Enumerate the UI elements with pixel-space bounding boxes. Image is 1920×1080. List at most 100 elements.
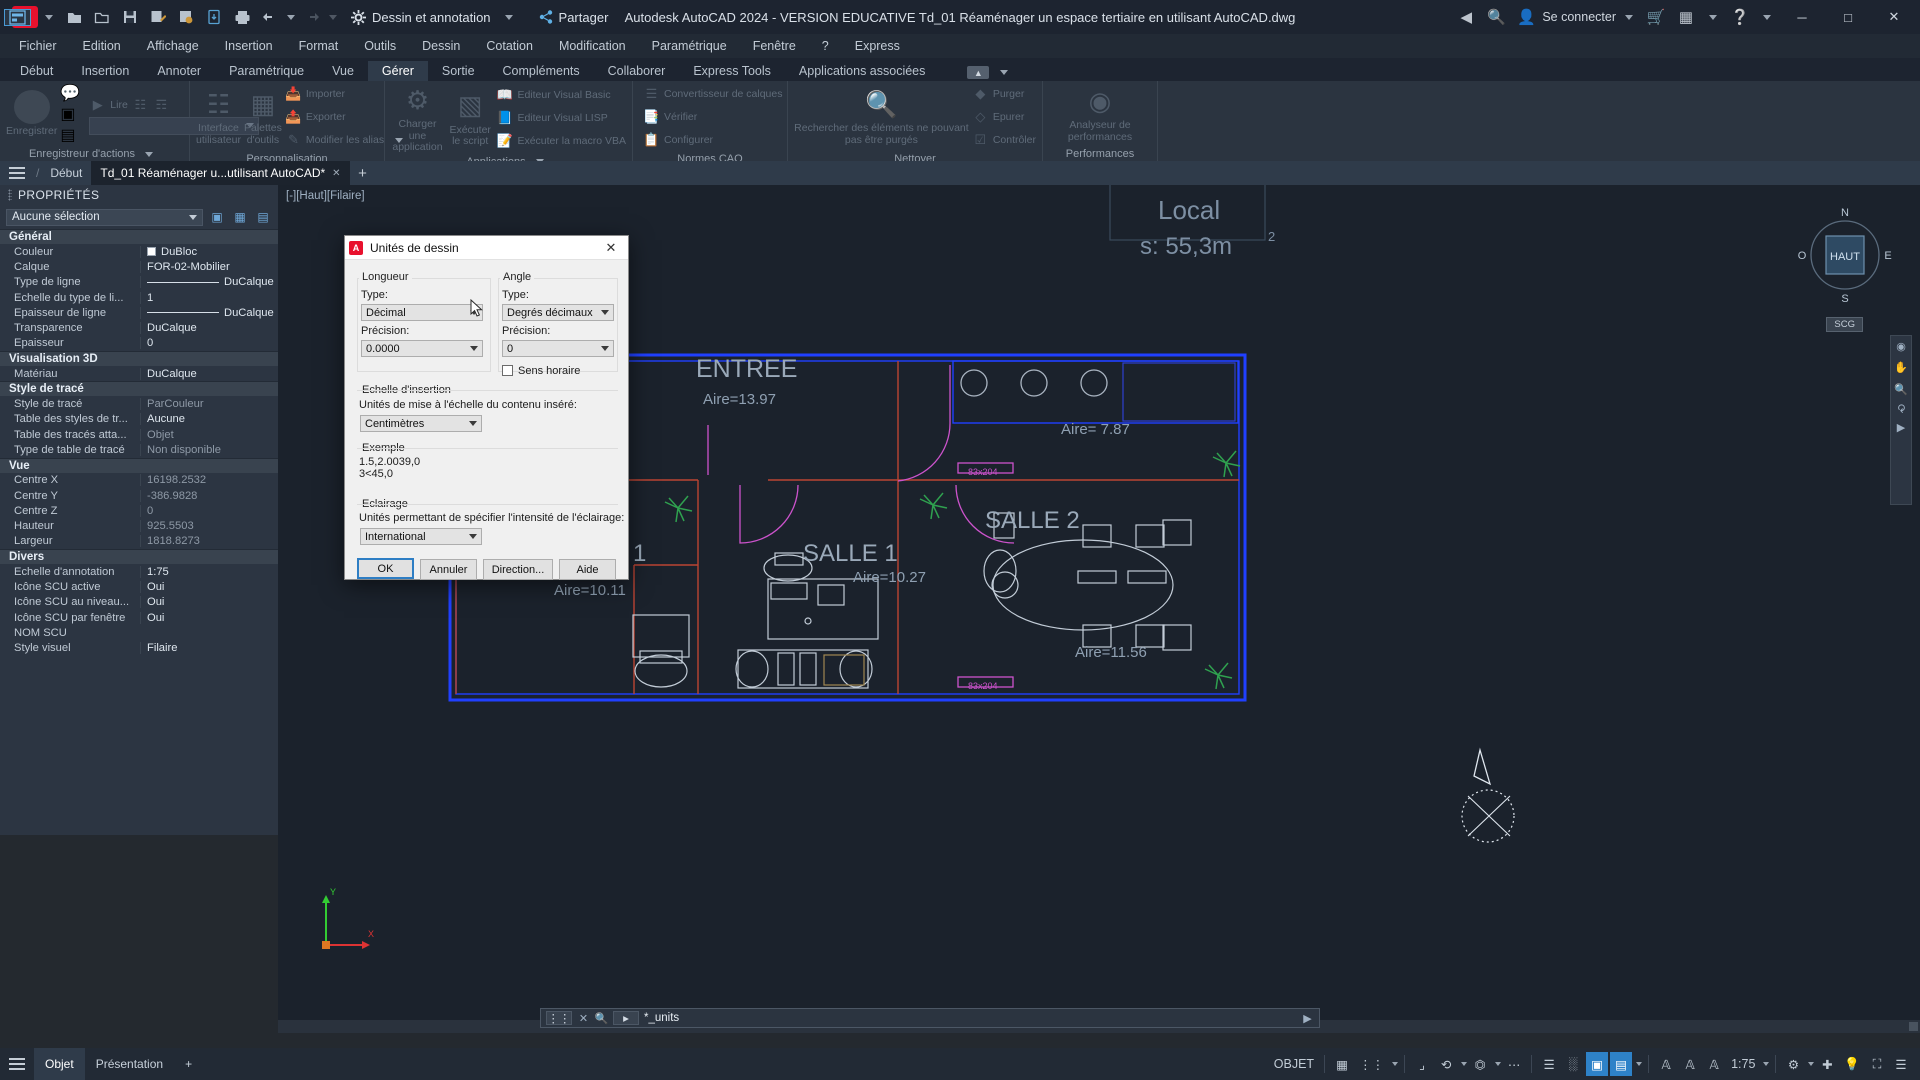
zoom-icon[interactable]: 🔍 bbox=[1895, 382, 1908, 395]
signin-label[interactable]: Se connecter bbox=[1542, 10, 1616, 24]
annotation-dropdown-icon[interactable] bbox=[1636, 1062, 1643, 1066]
drawing-units-dialog[interactable]: A Unités de dessin ✕ Longueur Type: Déci… bbox=[344, 235, 629, 580]
dialog-close-icon[interactable]: ✕ bbox=[598, 237, 624, 259]
properties-group-visualisation-3d[interactable]: Visualisation 3D bbox=[0, 351, 278, 367]
ok-button[interactable]: OK bbox=[357, 558, 414, 579]
length-type-select[interactable]: Décimal bbox=[361, 304, 483, 321]
tool-palettes-button[interactable]: ▦ Palettes d'outils bbox=[244, 87, 282, 146]
audit-button[interactable]: ☑ Contrôler bbox=[972, 129, 1036, 151]
menu-item-express[interactable]: Express bbox=[842, 36, 913, 56]
properties-group-divers[interactable]: Divers bbox=[0, 549, 278, 565]
maximize-button[interactable]: □ bbox=[1826, 0, 1870, 34]
ribbon-minimize-icon[interactable]: ▲ bbox=[967, 66, 990, 79]
help-dropdown-icon[interactable] bbox=[1763, 14, 1771, 20]
configure-standards-button[interactable]: 📋 Configurer bbox=[643, 129, 782, 151]
property-value[interactable]: 925.5503 bbox=[140, 520, 278, 533]
insertion-units-select[interactable]: Centimètres bbox=[360, 415, 482, 432]
insert-user-input-icon[interactable]: ▤ bbox=[60, 125, 80, 145]
command-line[interactable]: ⋮⋮ ✕ 🔍 ▸ *_units ▶ bbox=[540, 1008, 1320, 1028]
command-close-icon[interactable]: ✕ bbox=[577, 1012, 590, 1025]
ribbon-tab-applications-associ-es[interactable]: Applications associées bbox=[785, 61, 939, 81]
app-grid-icon[interactable]: ▦ bbox=[1675, 6, 1697, 28]
navigation-bar[interactable]: ◉ ✋ 🔍 ⟳ ▶ bbox=[1890, 335, 1912, 505]
object-snap-icon[interactable]: ⏣ bbox=[1469, 1052, 1491, 1076]
action-macro-manager-icon[interactable]: ☷ bbox=[132, 96, 149, 113]
menu-item-insertion[interactable]: Insertion bbox=[212, 36, 286, 56]
signin-dropdown-icon[interactable] bbox=[1625, 14, 1633, 20]
menu-item-param-trique[interactable]: Paramétrique bbox=[639, 36, 740, 56]
insert-basepoint-icon[interactable]: ▣ bbox=[60, 104, 80, 124]
ribbon-tab-express-tools[interactable]: Express Tools bbox=[679, 61, 785, 81]
length-precision-select[interactable]: 0.0000 bbox=[361, 340, 483, 357]
run-vba-macro-button[interactable]: 📝 Exécuter la macro VBA bbox=[496, 130, 626, 152]
quick-select-icon[interactable]: ▣ bbox=[208, 208, 226, 226]
insert-message-icon[interactable]: 💬 bbox=[60, 83, 80, 103]
status-menu-icon[interactable] bbox=[0, 1052, 34, 1076]
drawing-tab[interactable]: Td_01 Réaménager u...utilisant AutoCAD* … bbox=[91, 161, 350, 185]
run-script-button[interactable]: ▧ Exécuter le script bbox=[447, 89, 494, 148]
clockwise-checkbox[interactable] bbox=[502, 365, 513, 376]
layer-translator-button[interactable]: ☰ Convertisseur de calques bbox=[643, 83, 783, 105]
panel-expand-icon[interactable] bbox=[145, 151, 154, 157]
customization-icon[interactable]: ☰ bbox=[1890, 1052, 1912, 1076]
help-icon[interactable]: ❔ bbox=[1729, 6, 1751, 28]
palette-grip-icon[interactable] bbox=[8, 189, 12, 201]
share-button[interactable]: Partager bbox=[538, 9, 608, 25]
save-as-icon[interactable] bbox=[147, 6, 169, 28]
property-value[interactable]: FOR-02-Mobilier bbox=[140, 260, 278, 273]
redo-dropdown-icon[interactable] bbox=[329, 14, 337, 20]
property-value[interactable]: 1:75 bbox=[140, 565, 278, 578]
pan-icon[interactable]: ✋ bbox=[1895, 361, 1908, 374]
scale-dropdown-icon[interactable] bbox=[1763, 1062, 1770, 1066]
property-value[interactable]: -386.9828 bbox=[140, 489, 278, 502]
workspace-dropdown-icon[interactable] bbox=[504, 14, 513, 20]
property-value[interactable]: 1 bbox=[140, 291, 278, 304]
workspace-switching-icon[interactable]: ⚙ bbox=[1782, 1052, 1804, 1076]
open-folder-icon[interactable] bbox=[91, 6, 113, 28]
property-value[interactable]: DuCalque bbox=[140, 322, 278, 335]
undo-dropdown-icon[interactable] bbox=[287, 14, 295, 20]
property-value[interactable]: Filaire bbox=[140, 642, 278, 655]
menu-item-fen-tre[interactable]: Fenêtre bbox=[740, 36, 809, 56]
selection-combo[interactable]: Aucune sélection bbox=[6, 208, 203, 226]
new-file-icon[interactable] bbox=[63, 6, 85, 28]
print-icon[interactable] bbox=[231, 6, 253, 28]
selection-cycling-icon[interactable]: ▣ bbox=[1586, 1052, 1609, 1076]
menu-item-format[interactable]: Format bbox=[286, 36, 352, 56]
ucs-indicator[interactable]: SCG bbox=[1826, 317, 1863, 332]
new-tab-button[interactable]: + bbox=[350, 161, 376, 185]
annotation-visibility-icon[interactable]: ▤ bbox=[1610, 1052, 1633, 1076]
property-value[interactable]: DuCalque bbox=[140, 276, 278, 289]
ribbon-options-icon[interactable]: ▲ bbox=[957, 64, 1025, 81]
save-icon[interactable] bbox=[119, 6, 141, 28]
ribbon-tab-annoter[interactable]: Annoter bbox=[143, 61, 215, 81]
layout-tab-presentation[interactable]: Présentation bbox=[85, 1048, 174, 1080]
command-input[interactable]: *_units bbox=[644, 1012, 1296, 1024]
property-value[interactable]: Oui bbox=[140, 596, 278, 609]
help-button[interactable]: Aide bbox=[559, 559, 616, 580]
property-value[interactable]: 16198.2532 bbox=[140, 474, 278, 487]
menu-item-edition[interactable]: Edition bbox=[70, 36, 134, 56]
transparency-icon[interactable]: ░ bbox=[1562, 1052, 1584, 1076]
overkill-button[interactable]: ◇ Epurer bbox=[972, 106, 1036, 128]
isolate-objects-icon[interactable]: 💡 bbox=[1840, 1052, 1864, 1076]
property-value[interactable]: Non disponible bbox=[140, 443, 278, 456]
close-tab-icon[interactable]: ✕ bbox=[332, 168, 340, 179]
layout-tab-model[interactable]: Objet bbox=[34, 1048, 85, 1080]
property-value[interactable]: Oui bbox=[140, 580, 278, 593]
property-value[interactable]: ParCouleur bbox=[140, 398, 278, 411]
pickadd-icon[interactable]: ▤ bbox=[254, 208, 272, 226]
user-avatar-icon[interactable]: 👤 bbox=[1515, 6, 1537, 28]
load-application-button[interactable]: ⚙ Charger une application bbox=[391, 83, 444, 154]
lineweight-icon[interactable]: ☰ bbox=[1538, 1052, 1560, 1076]
property-value[interactable]: DuCalque bbox=[140, 306, 278, 319]
back-arrow-icon[interactable]: ◀ bbox=[1455, 6, 1477, 28]
ribbon-tab-compl-ments[interactable]: Compléments bbox=[489, 61, 594, 81]
annotation-scale-value[interactable]: 1:75 bbox=[1727, 1052, 1759, 1076]
grid-icon[interactable]: ▦ bbox=[1331, 1052, 1353, 1076]
autoscale-icon[interactable]: 𝔸 bbox=[1655, 1052, 1677, 1076]
model-space-indicator[interactable]: OBJET bbox=[1270, 1052, 1318, 1076]
direction-button[interactable]: Direction... bbox=[483, 559, 553, 580]
menu-item-fichier[interactable]: Fichier bbox=[6, 36, 70, 56]
undo-icon[interactable] bbox=[259, 6, 281, 28]
